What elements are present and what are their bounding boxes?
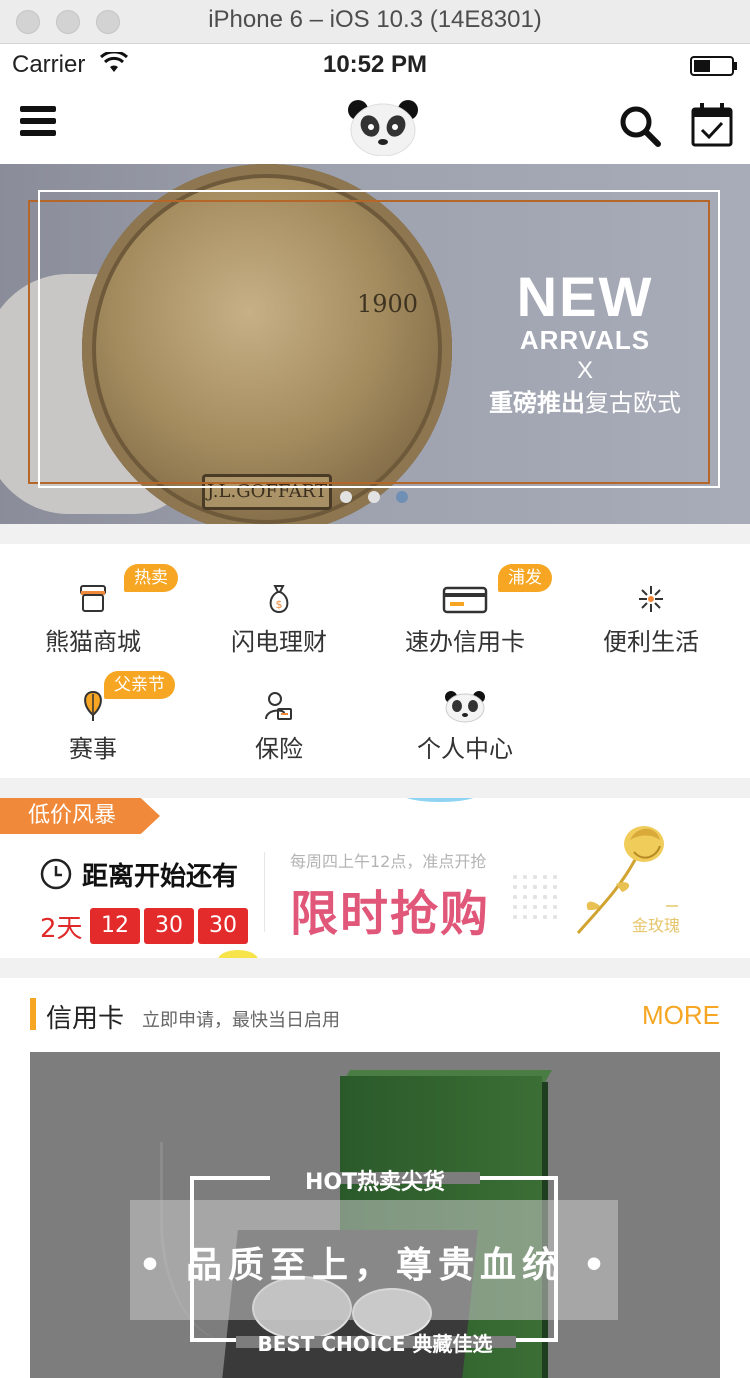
clock-icon [40, 858, 72, 890]
countdown-days: 2天 [40, 914, 83, 944]
simulator-title-bar: iPhone 6 – iOS 10.3 (14E8301) [0, 0, 750, 44]
shop-icon [80, 585, 106, 612]
countdown-hours: 12 [90, 908, 140, 944]
banner-headline: NEW [516, 265, 654, 328]
money-bag-icon: $ [269, 585, 289, 614]
section-divider [0, 958, 750, 978]
status-bar: Carrier 10:52 PM [0, 44, 750, 86]
flash-schedule: 每周四上午12点，准点开抢 [290, 852, 487, 871]
section-subtitle: 立即申请，最快当日启用 [142, 1010, 340, 1031]
flash-sale-card[interactable]: 低价风暴 距离开始还有 2天 12 30 30 每周四上午12点，准点开抢 限时… [0, 798, 750, 958]
carousel-dots [340, 491, 408, 503]
flash-headline: 限时抢购 [290, 886, 491, 942]
hot-badge: 热卖 [124, 564, 178, 592]
insurance-icon [265, 692, 292, 720]
function-grid: 热卖 熊猫商城 $ 闪电理财 浦发 速办信用卡 便利生活 父亲节 赛事 保险 个… [0, 544, 750, 778]
credit-card-icon [442, 586, 488, 614]
grid-item-label: 赛事 [69, 735, 117, 763]
countdown-seconds: 30 [198, 908, 248, 944]
countdown-title: 距离开始还有 [82, 862, 239, 892]
calendar-check-icon[interactable] [690, 102, 734, 148]
low-price-tag: 低价风暴 [0, 798, 160, 834]
product-name: 金玫瑰 [632, 916, 681, 935]
decoration-arc [400, 798, 480, 802]
banner-caption: NEW ARRVALS X 重磅推出复古欧式 [460, 268, 710, 418]
grid-item-insurance[interactable]: 保险 [186, 651, 372, 763]
section-divider [0, 524, 750, 544]
banner-cross: X [576, 357, 593, 384]
more-link[interactable]: MORE [642, 1000, 720, 1031]
sparkle-icon [639, 586, 663, 612]
bank-badge: 浦发 [498, 564, 552, 592]
countdown-minutes: 30 [144, 908, 194, 944]
top-navbar [0, 86, 750, 164]
carousel-dot-active[interactable] [396, 491, 408, 503]
search-icon[interactable] [618, 104, 662, 148]
credit-card-section: 信用卡 立即申请，最快当日启用 MORE HOT热卖尖货 • 品质至上，尊贵血统… [0, 978, 750, 1378]
battery-icon [690, 56, 737, 76]
promo-best-label: BEST CHOICE 典藏佳选 [257, 1332, 493, 1356]
flash-divider [264, 852, 265, 932]
panda-icon[interactable] [348, 98, 418, 156]
hero-banner[interactable]: 1900 J.L.GOFFART NEW ARRVALS X 重磅推出复古欧式 [0, 164, 750, 524]
grid-item-label: 个人中心 [417, 735, 513, 763]
promo-hot-label: HOT热卖尖货 [304, 1170, 446, 1195]
dot-pattern-decoration [510, 872, 560, 922]
promo-banner[interactable]: HOT热卖尖货 • 品质至上，尊贵血统 • BEST CHOICE 典藏佳选 [30, 1052, 720, 1378]
panda-icon [445, 691, 485, 723]
banner-tag-rest: 复古欧式 [585, 389, 681, 417]
hamburger-icon[interactable] [20, 106, 56, 142]
grid-item-profile[interactable]: 个人中心 [372, 651, 558, 763]
grid-item-panda-mall[interactable]: 热卖 熊猫商城 [0, 544, 186, 656]
section-accent-bar [30, 998, 36, 1030]
grid-item-finance[interactable]: $ 闪电理财 [186, 544, 372, 656]
banner-tag-bold: 重磅推出 [489, 389, 585, 417]
grid-item-credit-card[interactable]: 浦发 速办信用卡 [372, 544, 558, 656]
banner-tagline: 重磅推出复古欧式 [460, 388, 710, 418]
carousel-dot[interactable] [368, 491, 380, 503]
banner-subheadline: ARRVALS [519, 325, 651, 355]
grid-item-events[interactable]: 父亲节 赛事 [0, 651, 186, 763]
carousel-dot[interactable] [340, 491, 352, 503]
promo-main-text: • 品质至上，尊贵血统 • [138, 1245, 612, 1286]
section-title: 信用卡 [46, 1004, 125, 1034]
grid-item-label: 便利生活 [603, 628, 699, 656]
grid-item-label: 保险 [255, 735, 303, 763]
status-time: 10:52 PM [322, 51, 428, 78]
grid-item-life[interactable]: 便利生活 [558, 544, 744, 656]
section-divider [0, 778, 750, 798]
decoration-arc [218, 950, 258, 958]
simulator-title: iPhone 6 – iOS 10.3 (14E8301) [208, 6, 542, 33]
svg-text:$: $ [276, 598, 283, 611]
festival-badge: 父亲节 [104, 671, 175, 699]
